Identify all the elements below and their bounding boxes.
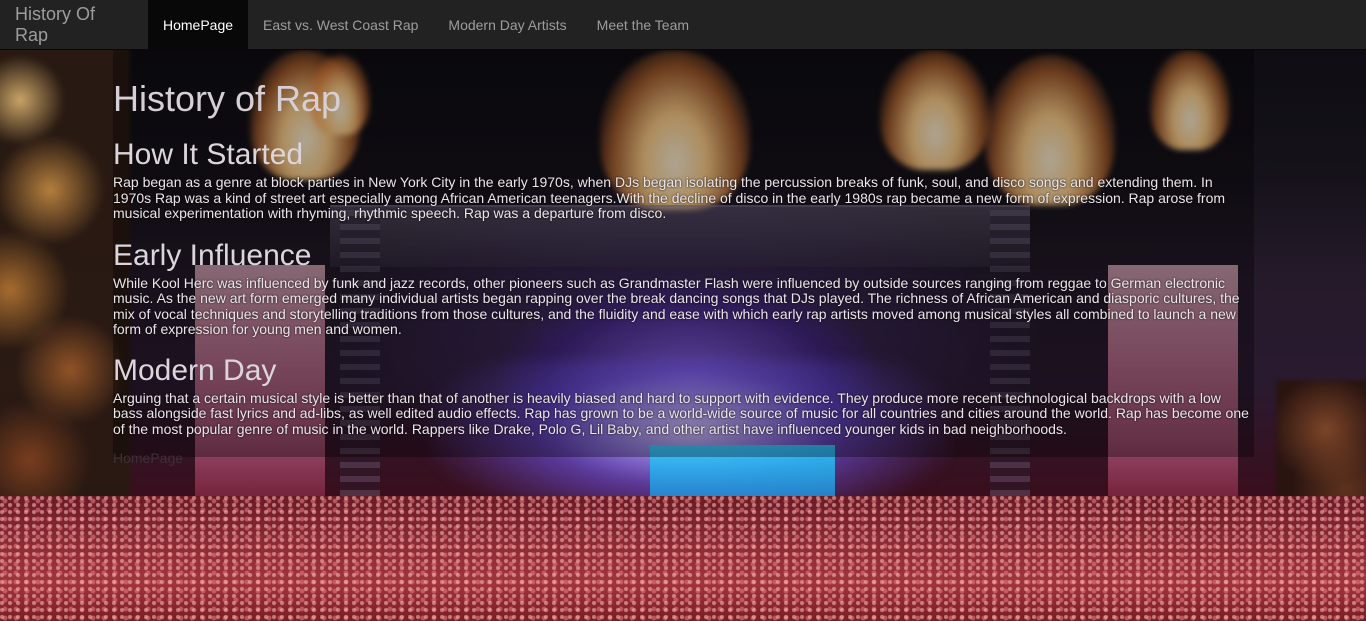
crowd: [0, 496, 1366, 621]
section-body: Rap began as a genre at block parties in…: [113, 174, 1226, 221]
brand-link[interactable]: History Of Rap: [0, 0, 148, 49]
section-body: Arguing that a certain musical style is …: [113, 389, 1249, 437]
section-heading: Modern Day: [113, 353, 277, 387]
section-heading: How It Started: [113, 138, 304, 171]
footer-homepage-link[interactable]: HomePage: [113, 450, 183, 466]
section-early-influence: Early Influence While Kool Herc was infl…: [113, 236, 1253, 338]
nav-link-homepage[interactable]: HomePage: [148, 0, 249, 49]
nav-list: HomePage East vs. West Coast Rap Modern …: [148, 0, 704, 49]
nav-item-east-vs-west: East vs. West Coast Rap: [248, 0, 433, 49]
nav-item-meet-the-team: Meet the Team: [582, 0, 704, 49]
section-modern-day: Modern Day Arguing that a certain musica…: [113, 351, 1253, 438]
nav-link-modern-day-artists[interactable]: Modern Day Artists: [433, 0, 581, 49]
section-how-it-started: How It Started Rap began as a genre at b…: [113, 135, 1253, 222]
main-content: History of Rap How It Started Rap began …: [113, 75, 1253, 468]
nav-link-meet-the-team[interactable]: Meet the Team: [582, 0, 704, 49]
top-navbar: History Of Rap HomePage East vs. West Co…: [0, 0, 1366, 50]
section-body: While Kool Herc was influenced by funk a…: [113, 274, 1240, 337]
nav-item-modern-day-artists: Modern Day Artists: [433, 0, 581, 49]
nav-item-homepage: HomePage: [148, 0, 249, 49]
page-title: History of Rap: [113, 78, 342, 119]
tree-left-decor: [0, 40, 130, 510]
nav-link-east-vs-west-coast-rap[interactable]: East vs. West Coast Rap: [248, 0, 433, 49]
section-heading: Early Influence: [113, 238, 312, 272]
